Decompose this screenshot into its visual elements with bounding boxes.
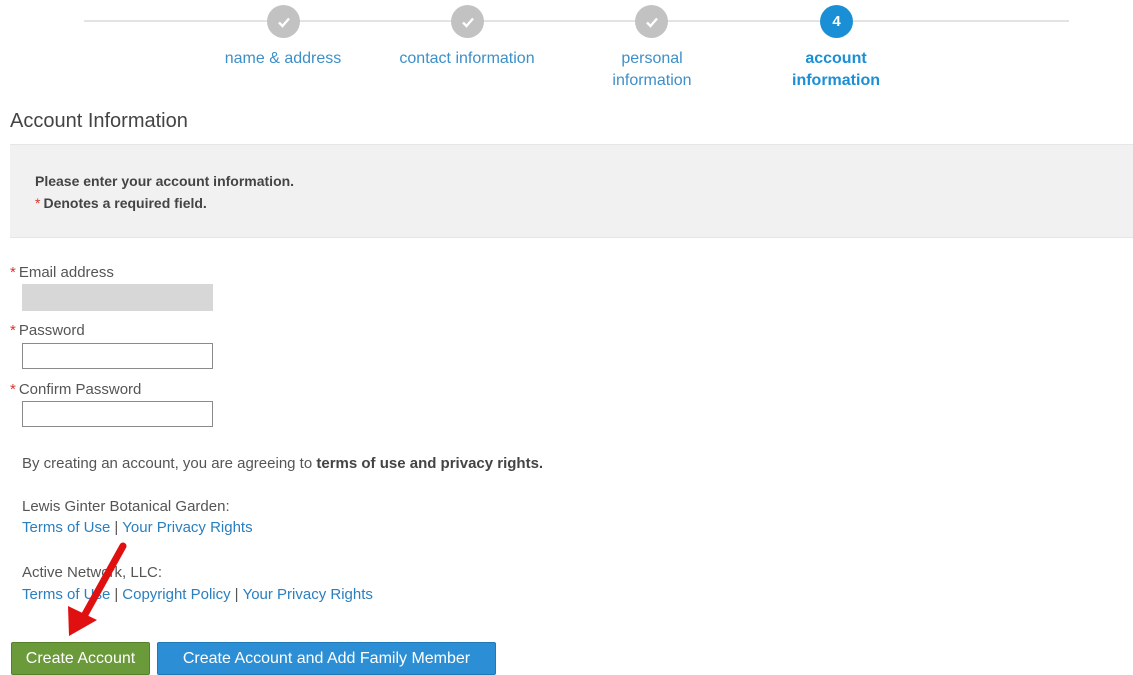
org-lewis-ginter-links: Terms of Use | Your Privacy Rights (22, 519, 253, 536)
password-label-text: Password (18, 322, 85, 339)
required-star: * (10, 322, 16, 339)
privacy-rights-link[interactable]: Your Privacy Rights (122, 519, 252, 536)
password-label: * Password (10, 322, 85, 339)
checkmark-icon (645, 17, 658, 28)
step-label-contact-information[interactable]: contact information (377, 48, 557, 70)
required-star: * (35, 195, 41, 211)
progress-line (84, 20, 1069, 22)
step-3-done-badge (635, 5, 668, 38)
step-1-done-badge (267, 5, 300, 38)
agreement-text: By creating an account, you are agreeing… (22, 455, 543, 472)
privacy-rights-link[interactable]: Your Privacy Rights (243, 586, 373, 603)
link-separator: | (114, 519, 119, 536)
step-2-done-badge (451, 5, 484, 38)
confirm-password-label: * Confirm Password (10, 381, 141, 398)
step-number: 4 (832, 13, 841, 30)
terms-of-use-link[interactable]: Terms of Use (22, 519, 110, 536)
page-title: Account Information (10, 110, 188, 132)
notice-text: Please enter your account information. (35, 173, 295, 189)
step-4-active-badge: 4 (820, 5, 853, 38)
step-label-account-information: account information (792, 50, 880, 89)
agreement-bold: terms of use and privacy rights. (316, 455, 544, 472)
confirm-password-field[interactable] (22, 401, 213, 427)
confirm-password-label-text: Confirm Password (18, 381, 142, 398)
email-field[interactable] (22, 284, 213, 311)
create-account-add-family-button[interactable]: Create Account and Add Family Member (157, 642, 496, 675)
required-star: * (10, 264, 16, 281)
step-label-name-address[interactable]: name & address (193, 48, 373, 70)
required-star: * (10, 381, 16, 398)
checkmark-icon (277, 17, 290, 28)
link-separator: | (234, 586, 239, 603)
email-label-text: Email address (18, 264, 114, 281)
red-arrow-icon (68, 542, 127, 636)
agreement-prefix: By creating an account, you are agreeing… (22, 455, 317, 472)
copyright-policy-link[interactable]: Copyright Policy (122, 586, 230, 603)
password-field[interactable] (22, 343, 213, 369)
required-note-text: Denotes a required field. (43, 195, 207, 211)
required-note: * Denotes a required field. (35, 195, 207, 211)
step-label-personal-information[interactable]: personal information (562, 48, 742, 92)
org-lewis-ginter-name: Lewis Ginter Botanical Garden: (22, 498, 230, 515)
create-account-button[interactable]: Create Account (11, 642, 150, 675)
notice-box: Please enter your account information. *… (10, 144, 1133, 238)
checkmark-icon (461, 17, 474, 28)
account-information-page: 4 name & address contact information per… (0, 0, 1133, 675)
email-label: * Email address (10, 264, 114, 281)
